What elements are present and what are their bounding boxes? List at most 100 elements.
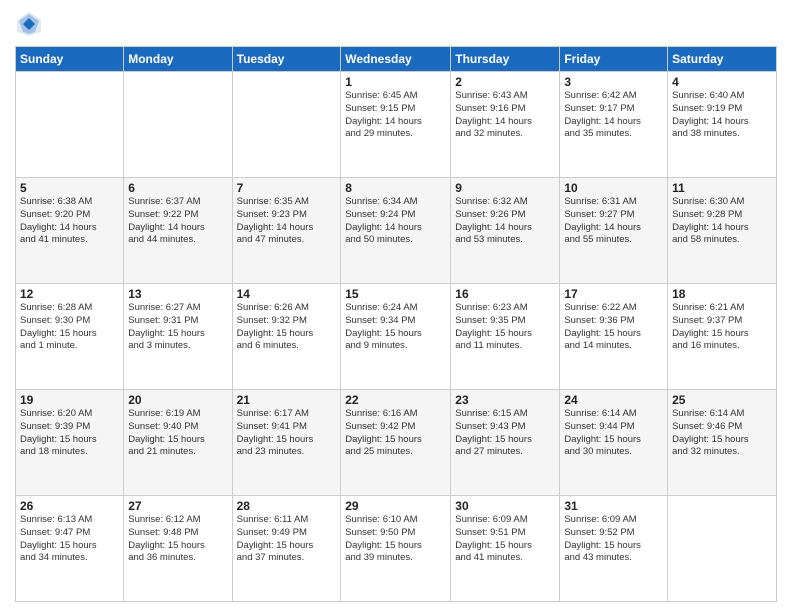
day-number: 29 <box>345 499 446 513</box>
day-info: Sunrise: 6:45 AMSunset: 9:15 PMDaylight:… <box>345 90 446 141</box>
calendar-week-row: 12Sunrise: 6:28 AMSunset: 9:30 PMDayligh… <box>16 284 777 390</box>
logo-icon <box>15 10 43 38</box>
day-number: 23 <box>455 393 555 407</box>
calendar-cell: 10Sunrise: 6:31 AMSunset: 9:27 PMDayligh… <box>560 178 668 284</box>
calendar-header-thursday: Thursday <box>451 47 560 72</box>
day-number: 11 <box>672 181 772 195</box>
calendar-week-row: 19Sunrise: 6:20 AMSunset: 9:39 PMDayligh… <box>16 390 777 496</box>
calendar-header-tuesday: Tuesday <box>232 47 341 72</box>
day-info: Sunrise: 6:11 AMSunset: 9:49 PMDaylight:… <box>237 514 337 565</box>
calendar-cell: 24Sunrise: 6:14 AMSunset: 9:44 PMDayligh… <box>560 390 668 496</box>
day-number: 27 <box>128 499 227 513</box>
day-info: Sunrise: 6:24 AMSunset: 9:34 PMDaylight:… <box>345 302 446 353</box>
day-number: 22 <box>345 393 446 407</box>
calendar-cell: 23Sunrise: 6:15 AMSunset: 9:43 PMDayligh… <box>451 390 560 496</box>
calendar-cell: 7Sunrise: 6:35 AMSunset: 9:23 PMDaylight… <box>232 178 341 284</box>
day-info: Sunrise: 6:12 AMSunset: 9:48 PMDaylight:… <box>128 514 227 565</box>
calendar-cell: 8Sunrise: 6:34 AMSunset: 9:24 PMDaylight… <box>341 178 451 284</box>
calendar-header-friday: Friday <box>560 47 668 72</box>
day-number: 16 <box>455 287 555 301</box>
day-info: Sunrise: 6:16 AMSunset: 9:42 PMDaylight:… <box>345 408 446 459</box>
calendar-cell <box>124 72 232 178</box>
day-number: 19 <box>20 393 119 407</box>
calendar-cell: 30Sunrise: 6:09 AMSunset: 9:51 PMDayligh… <box>451 496 560 602</box>
header <box>15 10 777 38</box>
page: SundayMondayTuesdayWednesdayThursdayFrid… <box>0 0 792 612</box>
calendar-cell: 27Sunrise: 6:12 AMSunset: 9:48 PMDayligh… <box>124 496 232 602</box>
calendar-cell: 19Sunrise: 6:20 AMSunset: 9:39 PMDayligh… <box>16 390 124 496</box>
day-number: 31 <box>564 499 663 513</box>
day-info: Sunrise: 6:23 AMSunset: 9:35 PMDaylight:… <box>455 302 555 353</box>
logo <box>15 10 47 38</box>
day-info: Sunrise: 6:40 AMSunset: 9:19 PMDaylight:… <box>672 90 772 141</box>
calendar-header-sunday: Sunday <box>16 47 124 72</box>
calendar-cell: 9Sunrise: 6:32 AMSunset: 9:26 PMDaylight… <box>451 178 560 284</box>
calendar-cell: 6Sunrise: 6:37 AMSunset: 9:22 PMDaylight… <box>124 178 232 284</box>
day-number: 3 <box>564 75 663 89</box>
day-number: 18 <box>672 287 772 301</box>
calendar-cell <box>16 72 124 178</box>
calendar-cell: 26Sunrise: 6:13 AMSunset: 9:47 PMDayligh… <box>16 496 124 602</box>
day-number: 14 <box>237 287 337 301</box>
day-number: 13 <box>128 287 227 301</box>
calendar-cell: 12Sunrise: 6:28 AMSunset: 9:30 PMDayligh… <box>16 284 124 390</box>
calendar-cell: 29Sunrise: 6:10 AMSunset: 9:50 PMDayligh… <box>341 496 451 602</box>
day-info: Sunrise: 6:13 AMSunset: 9:47 PMDaylight:… <box>20 514 119 565</box>
calendar-cell: 1Sunrise: 6:45 AMSunset: 9:15 PMDaylight… <box>341 72 451 178</box>
calendar-week-row: 1Sunrise: 6:45 AMSunset: 9:15 PMDaylight… <box>16 72 777 178</box>
day-info: Sunrise: 6:32 AMSunset: 9:26 PMDaylight:… <box>455 196 555 247</box>
calendar-cell: 17Sunrise: 6:22 AMSunset: 9:36 PMDayligh… <box>560 284 668 390</box>
day-number: 28 <box>237 499 337 513</box>
day-info: Sunrise: 6:31 AMSunset: 9:27 PMDaylight:… <box>564 196 663 247</box>
calendar-cell: 21Sunrise: 6:17 AMSunset: 9:41 PMDayligh… <box>232 390 341 496</box>
day-info: Sunrise: 6:15 AMSunset: 9:43 PMDaylight:… <box>455 408 555 459</box>
calendar-cell <box>232 72 341 178</box>
day-info: Sunrise: 6:21 AMSunset: 9:37 PMDaylight:… <box>672 302 772 353</box>
day-info: Sunrise: 6:10 AMSunset: 9:50 PMDaylight:… <box>345 514 446 565</box>
day-number: 1 <box>345 75 446 89</box>
calendar-header-row: SundayMondayTuesdayWednesdayThursdayFrid… <box>16 47 777 72</box>
day-number: 30 <box>455 499 555 513</box>
day-number: 15 <box>345 287 446 301</box>
calendar-cell: 2Sunrise: 6:43 AMSunset: 9:16 PMDaylight… <box>451 72 560 178</box>
calendar-header-saturday: Saturday <box>668 47 777 72</box>
day-info: Sunrise: 6:14 AMSunset: 9:44 PMDaylight:… <box>564 408 663 459</box>
day-info: Sunrise: 6:30 AMSunset: 9:28 PMDaylight:… <box>672 196 772 247</box>
day-number: 17 <box>564 287 663 301</box>
calendar-cell: 4Sunrise: 6:40 AMSunset: 9:19 PMDaylight… <box>668 72 777 178</box>
day-info: Sunrise: 6:20 AMSunset: 9:39 PMDaylight:… <box>20 408 119 459</box>
calendar-cell: 22Sunrise: 6:16 AMSunset: 9:42 PMDayligh… <box>341 390 451 496</box>
day-info: Sunrise: 6:28 AMSunset: 9:30 PMDaylight:… <box>20 302 119 353</box>
day-info: Sunrise: 6:17 AMSunset: 9:41 PMDaylight:… <box>237 408 337 459</box>
day-info: Sunrise: 6:27 AMSunset: 9:31 PMDaylight:… <box>128 302 227 353</box>
calendar-cell: 25Sunrise: 6:14 AMSunset: 9:46 PMDayligh… <box>668 390 777 496</box>
calendar-cell: 16Sunrise: 6:23 AMSunset: 9:35 PMDayligh… <box>451 284 560 390</box>
day-number: 4 <box>672 75 772 89</box>
day-info: Sunrise: 6:26 AMSunset: 9:32 PMDaylight:… <box>237 302 337 353</box>
calendar-cell: 11Sunrise: 6:30 AMSunset: 9:28 PMDayligh… <box>668 178 777 284</box>
day-info: Sunrise: 6:43 AMSunset: 9:16 PMDaylight:… <box>455 90 555 141</box>
day-info: Sunrise: 6:38 AMSunset: 9:20 PMDaylight:… <box>20 196 119 247</box>
calendar-cell: 15Sunrise: 6:24 AMSunset: 9:34 PMDayligh… <box>341 284 451 390</box>
calendar-cell: 28Sunrise: 6:11 AMSunset: 9:49 PMDayligh… <box>232 496 341 602</box>
day-number: 7 <box>237 181 337 195</box>
calendar-cell: 18Sunrise: 6:21 AMSunset: 9:37 PMDayligh… <box>668 284 777 390</box>
calendar-header-wednesday: Wednesday <box>341 47 451 72</box>
calendar-cell: 3Sunrise: 6:42 AMSunset: 9:17 PMDaylight… <box>560 72 668 178</box>
day-number: 24 <box>564 393 663 407</box>
day-number: 26 <box>20 499 119 513</box>
calendar-cell: 31Sunrise: 6:09 AMSunset: 9:52 PMDayligh… <box>560 496 668 602</box>
day-info: Sunrise: 6:37 AMSunset: 9:22 PMDaylight:… <box>128 196 227 247</box>
day-info: Sunrise: 6:09 AMSunset: 9:52 PMDaylight:… <box>564 514 663 565</box>
day-info: Sunrise: 6:19 AMSunset: 9:40 PMDaylight:… <box>128 408 227 459</box>
day-info: Sunrise: 6:34 AMSunset: 9:24 PMDaylight:… <box>345 196 446 247</box>
day-number: 12 <box>20 287 119 301</box>
day-info: Sunrise: 6:42 AMSunset: 9:17 PMDaylight:… <box>564 90 663 141</box>
day-info: Sunrise: 6:22 AMSunset: 9:36 PMDaylight:… <box>564 302 663 353</box>
day-number: 5 <box>20 181 119 195</box>
day-number: 25 <box>672 393 772 407</box>
day-number: 2 <box>455 75 555 89</box>
day-number: 10 <box>564 181 663 195</box>
day-number: 6 <box>128 181 227 195</box>
day-info: Sunrise: 6:35 AMSunset: 9:23 PMDaylight:… <box>237 196 337 247</box>
